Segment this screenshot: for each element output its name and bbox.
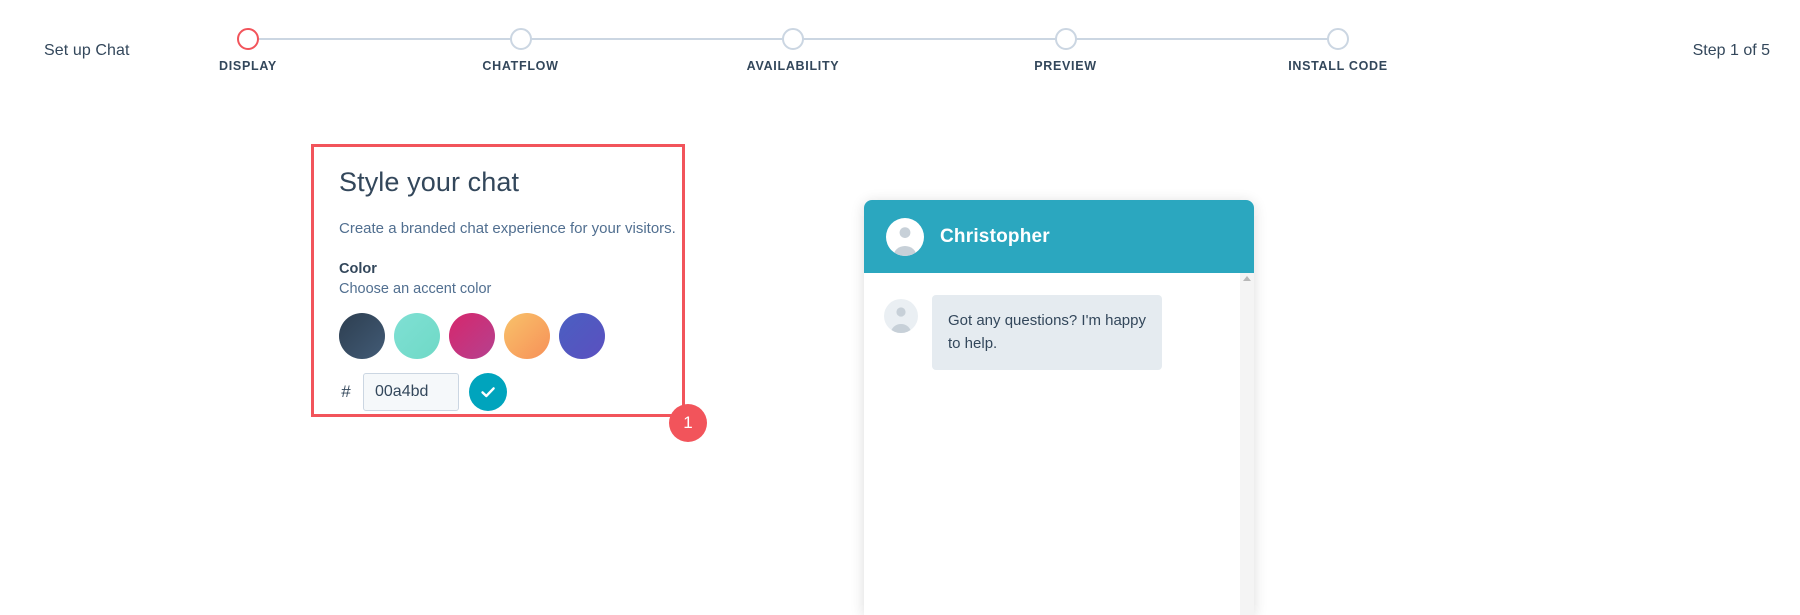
card-title: Style your chat	[339, 167, 520, 197]
chat-message-row: Got any questions? I'm happy to help.	[884, 295, 1234, 370]
chat-widget-header: Christopher	[864, 200, 1254, 273]
swatch-mint-teal[interactable]	[394, 313, 440, 360]
hex-color-row: #	[339, 373, 657, 412]
swatch-orange-yellow[interactable]	[504, 313, 550, 360]
step-counter: Step 1 of 5	[1692, 42, 1770, 59]
check-icon	[478, 382, 498, 402]
card-subtitle: Create a branded chat experience for you…	[339, 220, 676, 238]
stepper-dot-icon	[237, 28, 259, 50]
stepper-dot-icon	[782, 28, 804, 50]
swatch-magenta-pink[interactable]	[449, 313, 495, 360]
color-swatch-row	[339, 313, 657, 360]
color-section-label: Color	[339, 260, 377, 277]
step-badge-1: 1	[669, 404, 707, 442]
stepper-item-label: AVAILABILITY	[746, 59, 840, 73]
stepper-connector-line	[520, 38, 793, 40]
chat-scrollbar[interactable]	[1240, 273, 1254, 615]
stepper-item-label: CHATFLOW	[482, 59, 559, 73]
style-your-chat-card: Style your chat Create a branded chat ex…	[311, 144, 685, 417]
card-content: Style your chat Create a branded chat ex…	[311, 144, 685, 417]
stepper-connector-line	[793, 38, 1066, 40]
swatch-blue-purple[interactable]	[559, 313, 605, 360]
stepper-dot-icon	[509, 28, 532, 50]
swatch-dark-navy[interactable]	[339, 313, 385, 360]
color-section-hint: Choose an accent color	[339, 281, 492, 298]
message-avatar	[884, 299, 918, 333]
stepper-item-label: PREVIEW	[1034, 59, 1097, 73]
page-title: Set up Chat	[44, 42, 130, 59]
chat-preview-widget: Christopher Got any questions? I'm happy…	[864, 200, 1254, 615]
stepper-connector-line	[1065, 38, 1338, 40]
hex-confirm-button[interactable]	[469, 373, 507, 412]
chat-message-area: Got any questions? I'm happy to help.	[864, 273, 1254, 615]
stepper-dot-icon	[1054, 28, 1077, 50]
stepper-connector-line	[248, 38, 521, 40]
chat-message-bubble: Got any questions? I'm happy to help.	[932, 295, 1162, 370]
hex-color-input[interactable]	[363, 373, 459, 412]
stepper-item-label: INSTALL CODE	[1288, 59, 1388, 73]
stepper-track: DISPLAY CHATFLOW AVAILABILITY PREVIEW INSTAL…	[219, 0, 1387, 92]
setup-stepper-bar: Set up Chat DISPLAY CHATFLOW AVAILABILITY P…	[0, 0, 1800, 92]
stepper-dot-icon	[1327, 28, 1349, 50]
hex-prefix-symbol: #	[341, 382, 351, 402]
stepper-item-label: DISPLAY	[219, 59, 277, 73]
scroll-up-arrow-icon[interactable]	[1243, 276, 1251, 281]
agent-name: Christopher	[940, 225, 1050, 247]
agent-avatar	[886, 217, 924, 256]
